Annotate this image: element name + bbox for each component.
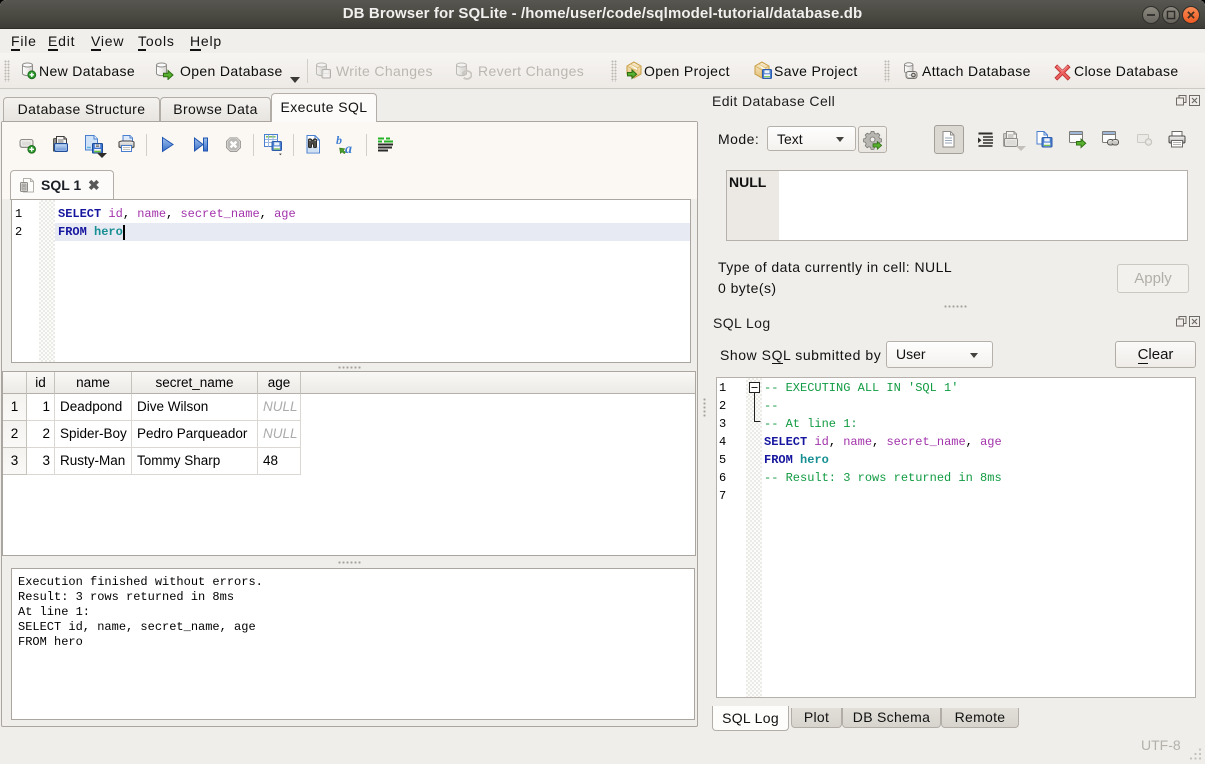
svg-text:a: a xyxy=(345,142,352,156)
svg-text:b: b xyxy=(336,134,342,147)
